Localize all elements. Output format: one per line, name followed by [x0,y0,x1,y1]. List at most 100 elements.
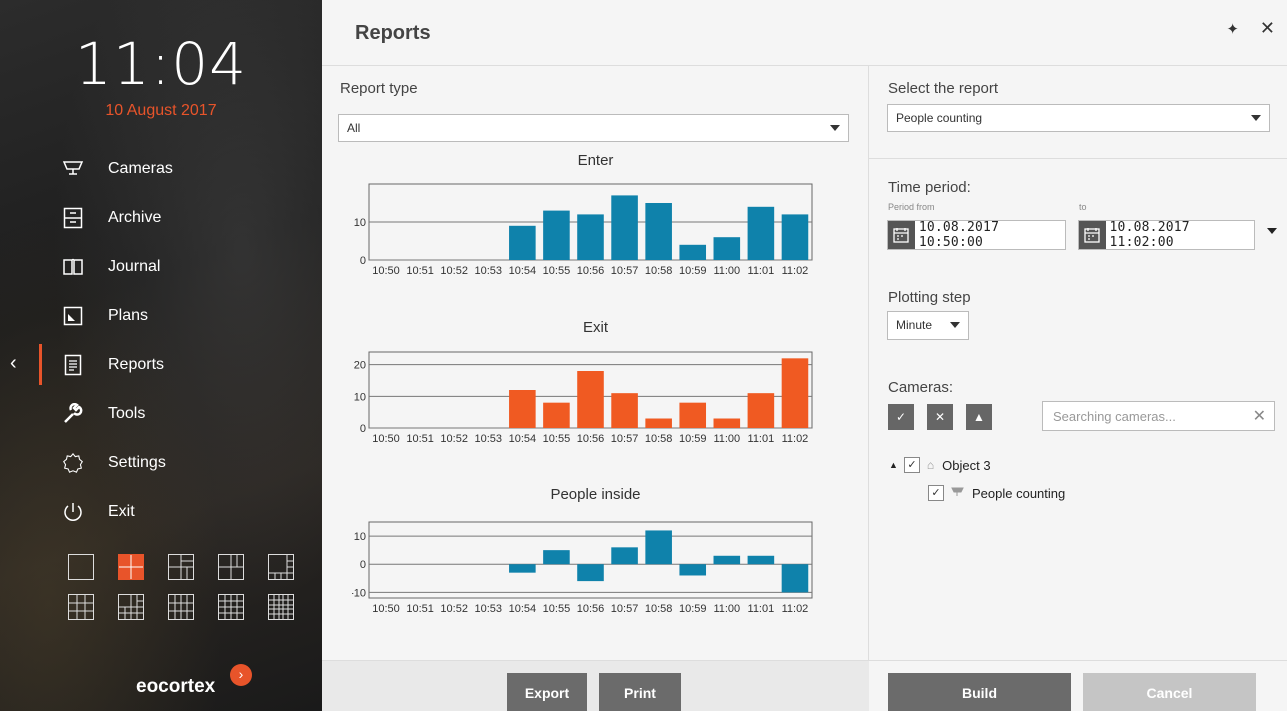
bar-10:54 [509,225,536,260]
pin-icon[interactable]: ✦ [1226,20,1239,38]
x-tick-label: 10:54 [509,265,537,277]
x-tick-label: 11:01 [748,603,775,615]
nav-item-reports[interactable]: Reports [0,340,322,389]
uncheck-all-button[interactable]: ✕ [927,404,953,430]
cameras-label: Cameras: [888,379,954,396]
gear-icon [62,452,84,474]
collapse-chevron-icon[interactable]: ‹ [10,352,17,375]
plotting-step-value: Minute [896,318,933,332]
power-icon [62,501,84,523]
chart-pane-footer: Export Print [322,660,869,711]
check-all-button[interactable]: ✓ [888,404,914,430]
x-tick-label: 10:53 [475,265,503,277]
x-tick-label: 10:50 [372,433,400,445]
exit-chart: 0 10 20 10:50 10:51 10:52 10:53 10:54 10:55 10:56… [354,351,813,445]
layout-4x4-icon[interactable] [218,594,244,620]
period-dropdown-caret-icon[interactable] [1267,228,1277,234]
plot-frame [368,521,813,599]
bar-10:57 [611,547,638,565]
layout-1plus5-icon[interactable] [168,554,194,580]
sidebar: 11:04 10 August 2017 Cameras Archive Jou… [0,0,322,711]
tree-row-object[interactable]: ▲ ✓ ⌂ Object 3 [889,457,991,473]
select-report-dropdown[interactable]: People counting [887,104,1270,132]
cancel-button[interactable]: Cancel [1083,673,1256,711]
print-button[interactable]: Print [599,673,681,711]
bar-10:57 [611,393,638,428]
x-tick-label: 10:58 [645,433,673,445]
layout-2x3-icon[interactable] [218,554,244,580]
y-tick-label: 10 [354,217,366,229]
bar-10:59 [679,564,707,576]
layout-2x2-icon[interactable] [118,554,144,580]
bar-10:58 [645,203,672,260]
people-inside-chart: -10 0 10 10:50 10:51 10:52 10:53 10:54 10:55 10:5… [352,521,813,615]
calendar-icon[interactable] [1079,221,1106,249]
period-from-value: 10.08.2017 10:50:00 [918,220,1000,250]
period-to-field[interactable]: 10.08.2017 11:02:00 [1078,220,1255,250]
y-tick-label: 20 [354,360,366,372]
camera-icon [62,158,84,180]
bar-11:01 [747,206,775,260]
nav-item-journal[interactable]: Journal [0,242,322,291]
bar-10:56 [577,371,604,428]
nav-item-tools[interactable]: Tools [0,389,322,438]
house-icon: ⌂ [926,458,935,472]
tree-expand-icon[interactable]: ▲ [889,460,898,470]
nav-item-archive[interactable]: Archive [0,193,322,242]
x-tick-label: 10:58 [645,265,673,277]
collapse-all-button[interactable]: ▲ [966,404,992,430]
layout-1plus12-icon[interactable] [118,594,144,620]
nav-item-settings[interactable]: Settings [0,438,322,487]
x-tick-label: 10:55 [543,433,571,445]
bar-11:02 [781,564,809,593]
x-tick-label: 10:50 [372,603,400,615]
export-button[interactable]: Export [507,673,587,711]
layout-4x3-icon[interactable] [168,594,194,620]
bar-10:58 [645,418,672,428]
chevron-down-icon [830,125,840,131]
nav-item-exit[interactable]: Exit [0,487,322,536]
nav-item-plans[interactable]: Plans [0,291,322,340]
bar-11:00 [713,237,741,260]
clock-date: 10 August 2017 [105,102,217,119]
x-tick-label: 10:56 [577,265,605,277]
x-tick-label: 10:54 [509,603,537,615]
report-type-select[interactable]: All [338,114,849,142]
bar-11:02 [781,358,809,428]
chart-title-exit: Exit [582,319,608,336]
report-type-value: All [347,121,361,135]
x-tick-label: 10:54 [509,433,537,445]
y-tick-label: 10 [354,531,366,543]
plans-icon [62,305,84,327]
camera-checkbox[interactable]: ✓ [928,485,944,501]
nav-label: Settings [108,453,166,471]
build-button[interactable]: Build [888,673,1071,711]
chevron-down-icon [1251,115,1261,121]
select-report-label: Select the report [888,80,999,97]
layout-1x1-icon[interactable] [68,554,94,580]
tree-row-camera[interactable]: ✓ People counting [928,485,1065,501]
main-nav: Cameras Archive Journal Plans Reports To… [0,144,322,536]
close-icon[interactable]: ✕ [1260,18,1275,39]
bar-11:01 [747,555,775,565]
nav-item-cameras[interactable]: Cameras [0,144,322,193]
clear-search-icon[interactable]: ✕ [1253,406,1266,426]
calendar-icon[interactable] [888,221,915,249]
layout-1plus7-icon[interactable] [268,554,294,580]
y-tick-label: 0 [360,423,366,435]
nav-label: Tools [108,404,146,422]
settings-pane-footer: Build Cancel [869,660,1287,711]
bar-11:00 [713,418,741,428]
plotting-step-select[interactable]: Minute [887,311,969,340]
page-title: Reports [355,22,431,44]
period-from-field[interactable]: 10.08.2017 10:50:00 [887,220,1066,250]
bar-11:02 [781,214,809,260]
x-tick-label: 10:59 [679,265,707,277]
x-tick-label: 11:01 [748,265,775,277]
bar-11:00 [713,555,741,565]
camera-search-input[interactable]: Searching cameras... ✕ [1042,401,1275,431]
layout-3x3-icon[interactable] [68,594,94,620]
layout-5x5-icon[interactable] [268,594,294,620]
x-tick-label: 10:50 [372,265,400,277]
object-checkbox[interactable]: ✓ [903,457,920,473]
